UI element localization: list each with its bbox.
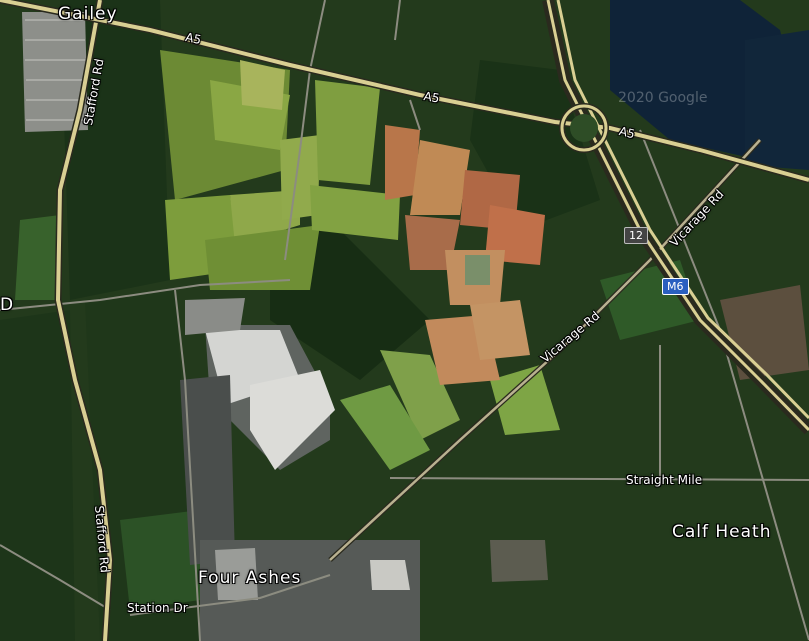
place-label-four-ashes: Four Ashes bbox=[198, 568, 302, 588]
junction-shield-12: 12 bbox=[624, 227, 648, 244]
road-label-station-dr: Station Dr bbox=[127, 601, 188, 615]
place-label-calf-heath: Calf Heath bbox=[672, 522, 772, 542]
road-label-straight-mile: Straight Mile bbox=[626, 473, 703, 487]
satellite-map[interactable]: 2020 Google Gailey Four Ashes Calf Heath… bbox=[0, 0, 809, 641]
place-label-gailey: Gailey bbox=[58, 4, 118, 24]
road-label-a5-west: A5 bbox=[184, 30, 203, 47]
motorway-shield-m6: M6 bbox=[662, 278, 689, 295]
place-label-edge-d: D bbox=[0, 295, 15, 315]
road-label-a5-mid: A5 bbox=[422, 89, 441, 106]
google-watermark: 2020 Google bbox=[618, 90, 708, 106]
